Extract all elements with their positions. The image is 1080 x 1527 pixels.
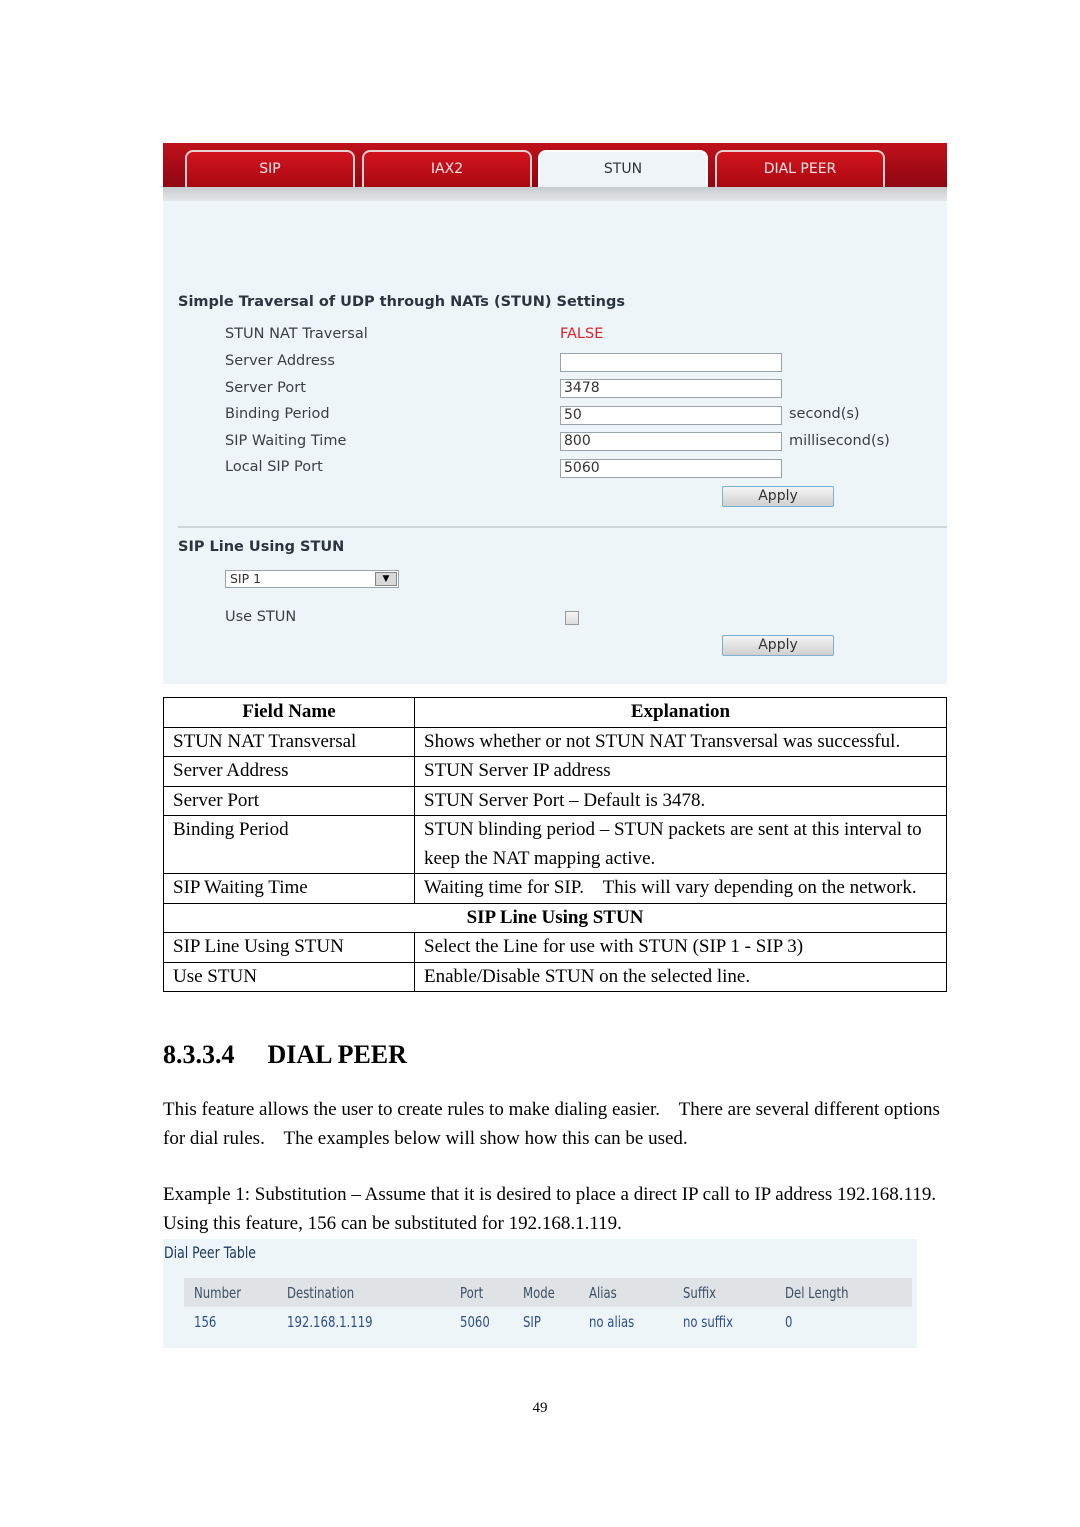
sip-line-select-value: SIP 1	[230, 571, 262, 586]
header-destination: Destination	[287, 1284, 355, 1302]
tab-sip[interactable]: SIP	[185, 150, 355, 187]
chevron-down-icon[interactable]: ▼	[375, 572, 397, 586]
paragraph-intro: This feature allows the user to create r…	[163, 1099, 945, 1149]
section-divider	[178, 526, 947, 528]
field-name-cell: SIP Line Using STUN	[163, 932, 415, 963]
section-cell: SIP Line Using STUN	[163, 902, 947, 933]
cell-number: 156	[194, 1313, 217, 1331]
server-port-input[interactable]: 3478	[560, 379, 782, 398]
local-sip-port-input[interactable]: 5060	[560, 459, 782, 478]
header-port: Port	[460, 1284, 484, 1302]
explanation-cell: STUN blinding period – STUN packets are …	[414, 815, 947, 874]
table-row: Server Port STUN Server Port – Default i…	[163, 785, 947, 816]
field-name-cell: Server Address	[163, 756, 415, 787]
dial-peer-header-row: Number Destination Port Mode Alias Suffi…	[184, 1278, 912, 1307]
header-suffix: Suffix	[683, 1284, 717, 1302]
cell-alias: no alias	[589, 1313, 635, 1331]
use-stun-label: Use STUN	[225, 609, 297, 625]
stun-settings-title: Simple Traversal of UDP through NATs (ST…	[178, 294, 625, 310]
apply-button[interactable]: Apply	[722, 486, 834, 507]
explanation-cell: Enable/Disable STUN on the selected line…	[414, 961, 947, 992]
stun-settings-screenshot: SIP IAX2 STUN DIAL PEER Simple Traversal…	[163, 143, 947, 684]
paragraph-example: Example 1: Substitution – Assume that it…	[163, 1184, 956, 1234]
table-header-row: Field Name Explanation	[163, 697, 947, 728]
cell-del-length: 0	[785, 1313, 793, 1331]
tab-strip	[163, 187, 947, 201]
section-number: 8.3.3.4	[163, 1040, 235, 1069]
field-name-cell: SIP Waiting Time	[163, 873, 415, 904]
field-name-cell: STUN NAT Transversal	[163, 726, 415, 757]
binding-period-label: Binding Period	[225, 406, 330, 422]
sip-line-select[interactable]: SIP 1 ▼	[225, 570, 399, 588]
server-address-input[interactable]	[560, 353, 782, 372]
tab-bar: SIP IAX2 STUN DIAL PEER	[163, 143, 947, 189]
field-explanation-table: Field Name Explanation STUN NAT Transver…	[163, 697, 947, 992]
header-del-length: Del Length	[785, 1284, 849, 1302]
table-row: SIP Line Using STUN Select the Line for …	[163, 932, 947, 963]
sip-waiting-time-label: SIP Waiting Time	[225, 433, 347, 449]
dial-peer-row[interactable]: 156 192.168.1.119 5060 SIP no alias no s…	[184, 1311, 912, 1337]
tab-stun[interactable]: STUN	[538, 150, 708, 189]
cell-suffix: no suffix	[683, 1313, 734, 1331]
section-heading: 8.3.3.4 DIAL PEER	[163, 1040, 407, 1070]
stun-nat-traversal-value: FALSE	[560, 326, 604, 342]
binding-period-input[interactable]: 50	[560, 406, 782, 425]
cell-port: 5060	[460, 1313, 490, 1331]
field-name-cell: Server Port	[163, 785, 415, 816]
server-address-label: Server Address	[225, 353, 335, 369]
table-row: STUN NAT Transversal Shows whether or no…	[163, 726, 947, 757]
cell-destination: 192.168.1.119	[287, 1313, 373, 1331]
page-number: 49	[532, 1400, 548, 1416]
header-number: Number	[194, 1284, 242, 1302]
field-name-cell: Use STUN	[163, 961, 415, 992]
sip-waiting-time-input[interactable]: 800	[560, 432, 782, 451]
table-row: SIP Waiting Time Waiting time for SIP. T…	[163, 873, 947, 904]
local-sip-port-label: Local SIP Port	[225, 459, 323, 475]
explanation-cell: Shows whether or not STUN NAT Transversa…	[414, 726, 947, 757]
field-name-cell: Binding Period	[163, 815, 415, 874]
header-alias: Alias	[589, 1284, 617, 1302]
sip-waiting-time-unit: millisecond(s)	[789, 433, 890, 449]
stun-nat-traversal-label: STUN NAT Traversal	[225, 326, 368, 342]
tab-dial-peer[interactable]: DIAL PEER	[715, 150, 885, 187]
header-explanation: Explanation	[414, 697, 947, 728]
sip-line-title: SIP Line Using STUN	[178, 539, 345, 555]
table-row: Use STUN Enable/Disable STUN on the sele…	[163, 961, 947, 992]
tab-iax2[interactable]: IAX2	[362, 150, 532, 187]
table-row: Binding Period STUN blinding period – ST…	[163, 815, 947, 874]
explanation-cell: STUN Server IP address	[414, 756, 947, 787]
explanation-cell: Waiting time for SIP. This will vary dep…	[414, 873, 947, 904]
table-section-row: SIP Line Using STUN	[163, 902, 947, 933]
binding-period-unit: second(s)	[789, 406, 860, 422]
dial-peer-table-title: Dial Peer Table	[164, 1243, 256, 1262]
use-stun-checkbox[interactable]	[565, 611, 579, 625]
table-row: Server Address STUN Server IP address	[163, 756, 947, 787]
explanation-cell: STUN Server Port – Default is 3478.	[414, 785, 947, 816]
dial-peer-table-screenshot: Dial Peer Table Number Destination Port …	[163, 1239, 917, 1348]
explanation-cell: Select the Line for use with STUN (SIP 1…	[414, 932, 947, 963]
header-mode: Mode	[523, 1284, 555, 1302]
cell-mode: SIP	[523, 1313, 541, 1331]
section-title: DIAL PEER	[267, 1040, 407, 1069]
apply-button-2[interactable]: Apply	[722, 635, 834, 656]
server-port-label: Server Port	[225, 380, 306, 396]
header-field-name: Field Name	[163, 697, 415, 728]
